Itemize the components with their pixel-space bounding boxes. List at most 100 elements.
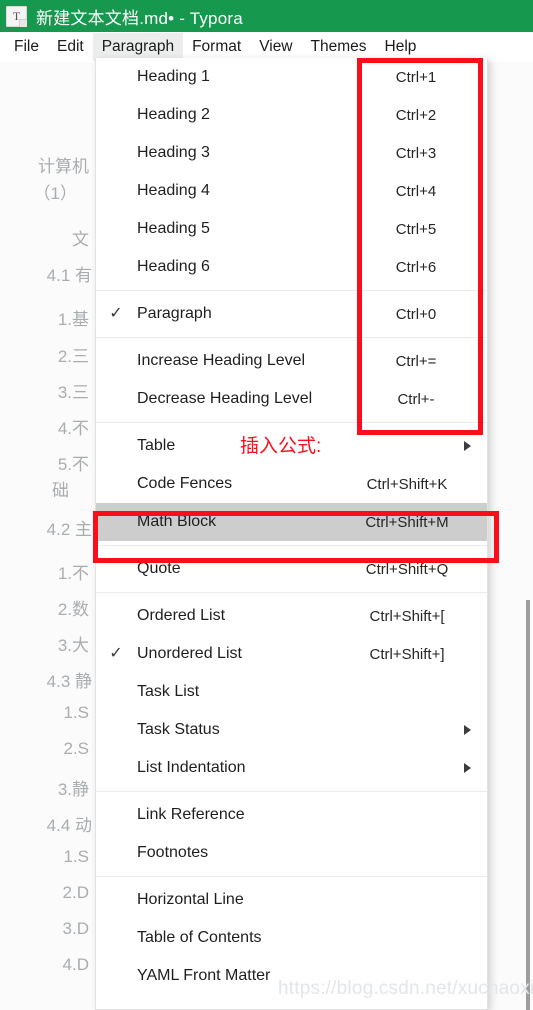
menu-item-heading-1[interactable]: Heading 1 Ctrl+1 xyxy=(96,58,487,96)
menu-item-label: Unordered List xyxy=(137,645,242,662)
menu-item-label: Table xyxy=(137,437,176,454)
checkmark-icon: ✓ xyxy=(109,305,123,322)
document-text-line: 5.不 xyxy=(57,455,89,474)
document-text-line: 1.S xyxy=(63,703,89,722)
menu-item-heading-6[interactable]: Heading 6 Ctrl+6 xyxy=(96,248,487,286)
document-text-line: 2.三 xyxy=(57,347,89,366)
document-text-line: 3.静 xyxy=(57,780,89,799)
menu-item-list-indentation[interactable]: List Indentation xyxy=(96,749,487,787)
document-text-line: （1） xyxy=(33,184,77,203)
menu-item-label: Heading 5 xyxy=(137,220,210,237)
menu-item-label: Ordered List xyxy=(137,607,226,624)
menu-separator xyxy=(96,337,487,338)
document-text-line: 计算机 xyxy=(38,157,89,176)
menu-item-shortcut: Ctrl+3 xyxy=(395,144,437,162)
menu-item-ordered-list[interactable]: Ordered List Ctrl+Shift+[ xyxy=(96,597,487,635)
document-text-line: 3.D xyxy=(62,919,89,938)
menu-item-table-of-contents[interactable]: Table of Contents xyxy=(96,919,487,957)
document-text-line: 1.基 xyxy=(57,310,89,329)
menu-item-task-list[interactable]: Task List xyxy=(96,673,487,711)
menu-item-shortcut: Ctrl+5 xyxy=(395,220,437,238)
menu-separator xyxy=(96,592,487,593)
document-text-line: 4.1 有 xyxy=(46,266,92,285)
vertical-scrollbar-thumb[interactable] xyxy=(526,600,530,1010)
annotation-note-insert-formula: 插入公式: xyxy=(240,436,322,457)
document-text-line: 1.不 xyxy=(57,564,89,583)
menu-item-label: Footnotes xyxy=(137,844,209,861)
document-text-line: 4.3 静 xyxy=(46,672,92,691)
menu-separator xyxy=(96,791,487,792)
menu-item-label: Increase Heading Level xyxy=(137,352,306,369)
document-text-line: 1.S xyxy=(63,847,89,866)
menu-item-heading-4[interactable]: Heading 4 Ctrl+4 xyxy=(96,172,487,210)
watermark-url: https://blog.csdn.net/xuchaoxin1375 xyxy=(278,978,533,999)
menu-separator xyxy=(96,876,487,877)
menu-item-shortcut: Ctrl+6 xyxy=(395,258,437,276)
menu-item-shortcut: Ctrl+1 xyxy=(395,68,437,86)
document-text-line: 4.D xyxy=(62,955,89,974)
menu-item-task-status[interactable]: Task Status xyxy=(96,711,487,749)
menu-item-shortcut: Ctrl+2 xyxy=(395,106,437,124)
typora-app-icon: T xyxy=(6,5,27,27)
menubar-item-view[interactable]: View xyxy=(250,33,301,61)
document-text-line: 2.D xyxy=(62,883,89,902)
menu-item-horizontal-line[interactable]: Horizontal Line xyxy=(96,881,487,919)
checkmark-icon: ✓ xyxy=(109,645,123,662)
menu-item-label: Heading 4 xyxy=(137,182,210,199)
menu-item-label: Heading 3 xyxy=(137,144,210,161)
menu-item-label: Paragraph xyxy=(137,305,212,322)
menubar-item-help[interactable]: Help xyxy=(376,33,426,61)
document-text-line: 3.三 xyxy=(57,383,89,402)
menu-item-unordered-list[interactable]: ✓ Unordered List Ctrl+Shift+] xyxy=(96,635,487,673)
window-title: 新建文本文档.md• - Typora xyxy=(36,8,243,28)
menubar-item-themes[interactable]: Themes xyxy=(302,33,376,61)
menu-item-label: Task List xyxy=(137,683,200,700)
menu-item-math-block[interactable]: Math Block Ctrl+Shift+M xyxy=(96,503,487,541)
menu-item-shortcut: Ctrl+4 xyxy=(395,182,437,200)
menu-item-label: Table of Contents xyxy=(137,929,262,946)
menubar-item-format[interactable]: Format xyxy=(183,33,250,61)
menu-item-link-reference[interactable]: Link Reference xyxy=(96,796,487,834)
menu-separator xyxy=(96,422,487,423)
document-text-line: 础 xyxy=(52,481,69,500)
menu-item-label: YAML Front Matter xyxy=(137,967,271,984)
menu-item-heading-3[interactable]: Heading 3 Ctrl+3 xyxy=(96,134,487,172)
menu-item-shortcut: Ctrl+Shift+M xyxy=(365,513,449,531)
document-text-line: 3.大 xyxy=(57,636,89,655)
title-bar: T 新建文本文档.md• - Typora xyxy=(0,0,533,32)
submenu-arrow-icon xyxy=(464,441,471,451)
menu-separator xyxy=(96,545,487,546)
menu-item-decrease-heading-level[interactable]: Decrease Heading Level Ctrl+- xyxy=(96,380,487,418)
menu-item-label: Quote xyxy=(137,560,181,577)
menu-item-label: Heading 2 xyxy=(137,106,210,123)
menu-item-shortcut: Ctrl+= xyxy=(395,352,437,370)
menu-separator xyxy=(96,290,487,291)
document-text-line: 文 xyxy=(72,230,89,249)
document-text-line: 4.2 主 xyxy=(46,520,92,539)
menu-item-label: List Indentation xyxy=(137,759,246,776)
document-text-line: 4.4 动 xyxy=(46,816,92,835)
menu-item-footnotes[interactable]: Footnotes xyxy=(96,834,487,872)
menu-item-heading-5[interactable]: Heading 5 Ctrl+5 xyxy=(96,210,487,248)
menu-item-label: Heading 6 xyxy=(137,258,210,275)
menu-item-label: Decrease Heading Level xyxy=(137,390,313,407)
menu-item-increase-heading-level[interactable]: Increase Heading Level Ctrl+= xyxy=(96,342,487,380)
menu-item-shortcut: Ctrl+Shift+[ xyxy=(369,607,445,625)
menubar-item-paragraph[interactable]: Paragraph xyxy=(92,33,184,61)
menu-item-quote[interactable]: Quote Ctrl+Shift+Q xyxy=(96,550,487,588)
document-text-line: 2.数 xyxy=(57,600,89,619)
menubar-item-file[interactable]: File xyxy=(5,33,48,61)
menu-item-label: Code Fences xyxy=(137,475,233,492)
menu-item-shortcut: Ctrl+Shift+K xyxy=(366,475,448,493)
menu-item-shortcut: Ctrl+Shift+Q xyxy=(365,560,449,578)
menu-item-label: Horizontal Line xyxy=(137,891,244,908)
menu-item-heading-2[interactable]: Heading 2 Ctrl+2 xyxy=(96,96,487,134)
document-text-line: 2.S xyxy=(63,739,89,758)
menu-item-label: Task Status xyxy=(137,721,220,738)
menu-item-paragraph[interactable]: ✓ Paragraph Ctrl+0 xyxy=(96,295,487,333)
menu-item-label: Math Block xyxy=(137,513,217,530)
document-text-line: 4.不 xyxy=(57,419,89,438)
menu-item-shortcut: Ctrl+- xyxy=(397,390,435,408)
menu-item-code-fences[interactable]: Code Fences Ctrl+Shift+K xyxy=(96,465,487,503)
menubar-item-edit[interactable]: Edit xyxy=(48,33,93,61)
